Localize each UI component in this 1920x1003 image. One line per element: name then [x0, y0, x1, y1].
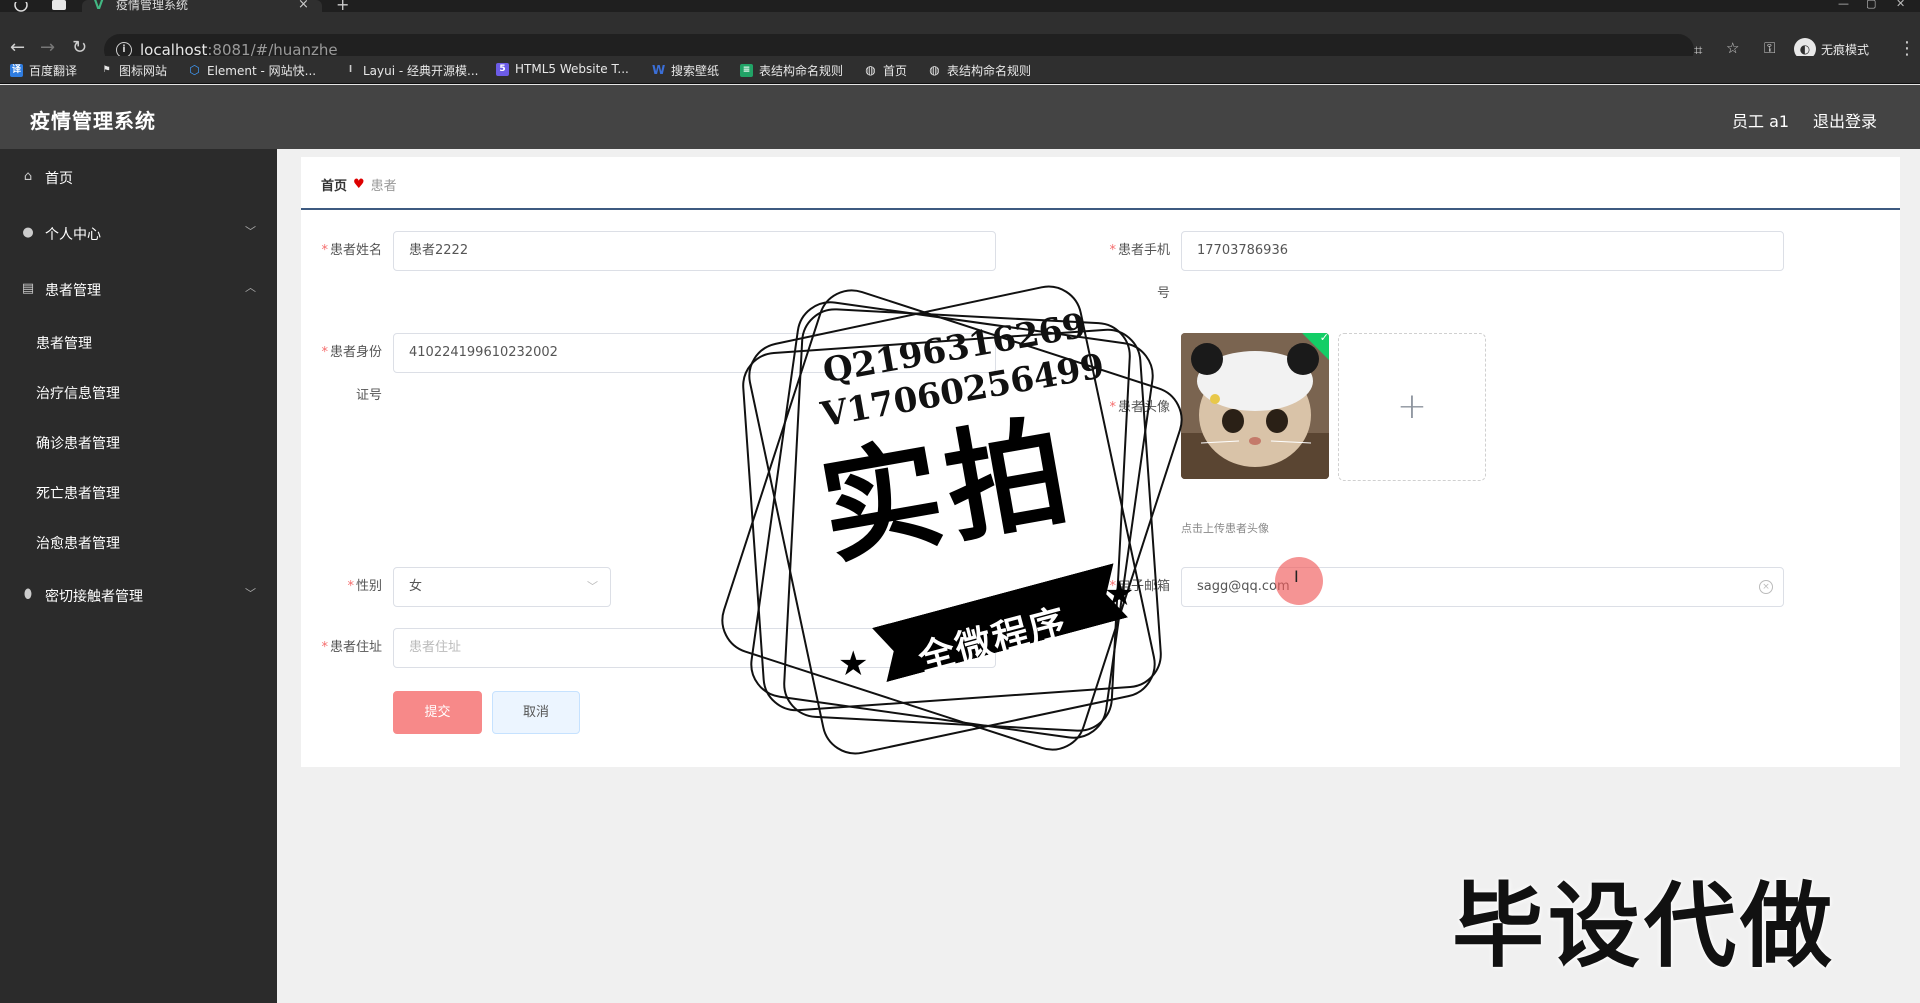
html5-template-icon: 5: [496, 62, 509, 76]
chevron-up-icon: ︿: [245, 281, 256, 294]
clear-input-icon[interactable]: ×: [1759, 580, 1773, 594]
forward-icon[interactable]: →: [40, 38, 55, 58]
email-input[interactable]: sagg@qq.com ×: [1181, 567, 1784, 607]
bookmark-item[interactable]: W 搜索壁纸: [652, 62, 719, 79]
browser-tab[interactable]: V 疫情管理系统: [82, 0, 322, 12]
patient-avatar-image[interactable]: ✓: [1181, 333, 1329, 479]
cat-photo: [1181, 333, 1329, 479]
sidebar-subitem-recovered[interactable]: 治愈患者管理: [0, 522, 277, 562]
browser-window-icon: [52, 0, 66, 10]
sidebar-subitem-treatment[interactable]: 治疗信息管理: [0, 372, 277, 412]
element-icon: ⬡: [189, 63, 200, 77]
bookmark-item[interactable]: ◍ 表结构命名规则: [928, 62, 1031, 79]
logout-link[interactable]: 退出登录: [1813, 108, 1877, 132]
cursor-highlight: [1275, 557, 1323, 605]
tab-close-icon[interactable]: ×: [298, 0, 309, 11]
window-minimize-icon[interactable]: —: [1838, 0, 1849, 9]
phone-label: * 患者手机: [1109, 243, 1170, 258]
sidebar: ⌂ 首页 ● 个人中心 ﹀ ▤ 患者管理 ︿ 患者管理 治疗信息管理 确诊患者管…: [0, 149, 277, 1003]
bookmarks-bar: 译百度翻译 ⚑ 图标网站 ⬡ Element - 网站快... l Layui - 经…: [0, 56, 1920, 84]
star-icon: ★: [1104, 574, 1135, 614]
breadcrumb-divider: [301, 208, 1900, 210]
idcard-label-wrap: 证号: [355, 388, 382, 403]
new-tab-icon[interactable]: +: [336, 0, 349, 13]
user-icon: ●: [22, 225, 34, 240]
name-label: * 患者姓名: [321, 243, 382, 258]
plus-icon: +: [1396, 386, 1428, 427]
bookmark-item[interactable]: ◍ 首页: [864, 62, 907, 79]
window-close-icon[interactable]: ✕: [1896, 0, 1905, 9]
wallpaper-icon: W: [652, 63, 666, 77]
browser-tab-strip: V 疫情管理系统 × + — ▢ ✕: [0, 0, 1920, 13]
gender-select[interactable]: 女 ﹀: [393, 567, 611, 607]
breadcrumb-home[interactable]: 首页: [321, 175, 347, 194]
browser-globe-icon: [14, 0, 28, 12]
text-cursor-icon: I: [1294, 567, 1299, 586]
patient-name-input[interactable]: 患者2222: [393, 231, 996, 271]
window-maximize-icon[interactable]: ▢: [1866, 0, 1876, 9]
layui-icon: l: [348, 65, 353, 75]
idcard-label: * 患者身份: [321, 345, 382, 360]
clipboard-icon: ▤: [21, 281, 35, 296]
corner-watermark: 毕设代做: [1452, 873, 1837, 980]
bookmark-item[interactable]: l Layui - 经典开源模...: [344, 62, 479, 79]
sidebar-item-profile[interactable]: ● 个人中心 ﹀: [0, 213, 277, 253]
sidebar-item-close-contacts[interactable]: ⬮ 密切接触者管理 ﹀: [0, 575, 277, 615]
current-user: 员工 a1: [1732, 112, 1790, 131]
reload-icon[interactable]: ↻: [72, 38, 87, 58]
location-pin-icon: ⬮: [23, 587, 33, 602]
globe-icon: ◍: [865, 63, 876, 77]
star-icon: ★: [838, 644, 869, 684]
sheet-icon: ≡: [740, 64, 753, 77]
bookmark-item[interactable]: 5 HTML5 Website T...: [496, 62, 629, 76]
chevron-down-icon: ﹀: [245, 225, 256, 238]
check-icon: ✓: [1319, 333, 1329, 345]
bookmark-star-icon[interactable]: ☆: [1726, 38, 1739, 58]
home-icon: ⌂: [23, 169, 33, 184]
breadcrumb-current: 患者: [370, 179, 397, 194]
key-icon[interactable]: ⚿: [1764, 38, 1775, 58]
bookmark-item[interactable]: ≡ 表结构命名规则: [740, 62, 843, 79]
cancel-button[interactable]: 取消: [492, 691, 580, 734]
sidebar-item-patients[interactable]: ▤ 患者管理 ︿: [0, 269, 277, 309]
vue-icon: V: [94, 0, 104, 12]
patient-phone-input[interactable]: 17703786936: [1181, 231, 1784, 271]
chevron-down-icon: ﹀: [245, 587, 256, 600]
app-title: 疫情管理系统: [30, 109, 156, 133]
upload-tip: 点击上传患者头像: [1181, 522, 1269, 535]
sidebar-subitem-patient-manage[interactable]: 患者管理: [0, 322, 277, 362]
gender-label: * 性别: [347, 579, 382, 594]
flag-icon: ⚑: [102, 65, 111, 75]
app-header: 疫情管理系统 员工 a1 退出登录: [0, 85, 1920, 149]
bookmark-item[interactable]: ⚑ 图标网站: [100, 62, 167, 79]
address-label: * 患者住址: [321, 640, 382, 655]
back-icon[interactable]: ←: [10, 38, 25, 58]
browser-tab-title: 疫情管理系统: [116, 0, 189, 12]
avatar-upload-button[interactable]: +: [1338, 333, 1486, 481]
bookmark-item[interactable]: ⬡ Element - 网站快...: [188, 62, 316, 79]
breadcrumb: 首页 ♥ 患者: [321, 175, 397, 194]
globe-icon: ◍: [929, 63, 940, 77]
sidebar-subitem-deceased[interactable]: 死亡患者管理: [0, 472, 277, 512]
chevron-down-icon: ﹀: [587, 580, 598, 593]
baidu-translate-icon: 译: [10, 64, 23, 77]
sidebar-item-home[interactable]: ⌂ 首页: [0, 157, 277, 197]
submit-button[interactable]: 提交: [393, 691, 482, 734]
heart-icon: ♥: [353, 177, 365, 192]
sidebar-subitem-confirmed[interactable]: 确诊患者管理: [0, 422, 277, 462]
bookmark-item[interactable]: 译百度翻译: [10, 62, 77, 79]
